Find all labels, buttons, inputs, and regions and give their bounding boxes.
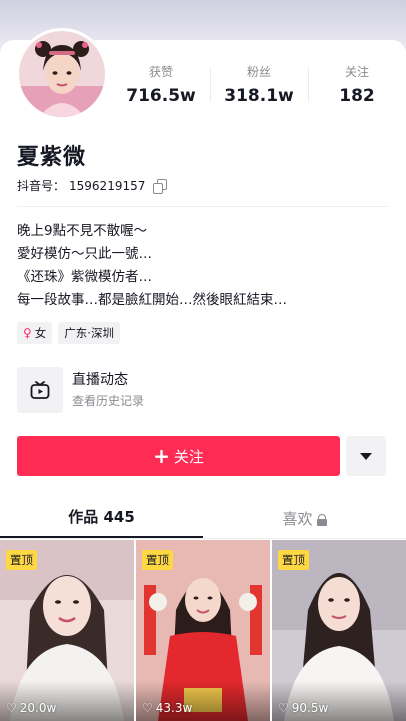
avatar-image: [19, 31, 105, 117]
video-likes: ♡ 43.3w: [142, 701, 192, 715]
female-icon: ♀: [23, 326, 32, 340]
profile-tags: ♀ 女 广东·深圳: [17, 322, 120, 344]
pinned-badge: 置顶: [278, 550, 309, 570]
stat-likes[interactable]: 获赞 716.5w: [112, 64, 210, 108]
plus-icon: +: [153, 444, 170, 468]
triangle-down-icon: [360, 452, 372, 460]
bio-line: 愛好模仿～只此一號…: [17, 246, 152, 262]
bio-line: 每一段故事…都是臉紅開始…然後眼紅結束…: [17, 292, 287, 308]
video-likes: ♡ 90.5w: [278, 701, 328, 715]
live-tv-icon: [17, 367, 63, 413]
location-label: 广东·深圳: [64, 326, 114, 340]
follow-label: 关注: [173, 447, 204, 466]
live-title: 直播动态: [72, 372, 128, 388]
stat-value: 318.1w: [224, 86, 294, 106]
stat-fans[interactable]: 粉丝 318.1w: [210, 64, 308, 108]
follow-button[interactable]: + 关注: [17, 436, 340, 476]
tab-likes-label: 喜欢: [282, 510, 313, 528]
location-tag: 广东·深圳: [58, 322, 120, 344]
tabs-divider: [0, 538, 406, 539]
stat-label: 关注: [344, 65, 369, 79]
live-text: 直播动态 查看历史记录: [72, 370, 144, 410]
tab-likes[interactable]: 喜欢: [203, 500, 406, 538]
profile-name: 夏紫微: [17, 145, 87, 170]
tab-works[interactable]: 作品 445: [0, 500, 203, 538]
avatar[interactable]: [16, 28, 108, 120]
profile-id: 抖音号： 1596219157: [17, 177, 168, 194]
heart-icon: ♡: [278, 701, 289, 715]
video-likes-count: 90.5w: [291, 701, 329, 715]
profile-bio: 晚上9點不見不散喔～ 愛好模仿～只此一號… 《还珠》紫微模仿者… 每一段故事…都…: [17, 220, 287, 312]
lock-icon: [316, 514, 327, 526]
bio-line: 晚上9點不見不散喔～: [17, 223, 148, 239]
video-grid: 置顶 ♡ 20.0w 置顶 ♡ 43.3w 置顶 ♡ 90.5w: [0, 540, 406, 721]
id-label: 抖音号：: [17, 179, 66, 193]
video-thumbnail[interactable]: 置顶 ♡ 43.3w: [136, 540, 270, 721]
stat-value: 716.5w: [126, 86, 196, 106]
stat-label: 获赞: [148, 65, 173, 79]
video-likes-count: 20.0w: [19, 701, 57, 715]
stat-value: 182: [339, 86, 375, 106]
live-subtitle: 查看历史记录: [72, 394, 145, 408]
content-tabs: 作品 445 喜欢: [0, 500, 406, 538]
bio-line: 《还珠》紫微模仿者…: [17, 269, 152, 285]
pinned-badge: 置顶: [142, 550, 173, 570]
divider: [17, 206, 389, 207]
more-dropdown-button[interactable]: [346, 436, 386, 476]
stat-label: 粉丝: [246, 65, 271, 79]
id-value: 1596219157: [69, 178, 146, 193]
stat-following[interactable]: 关注 182: [308, 64, 406, 108]
profile-stats: 获赞 716.5w 粉丝 318.1w 关注 182: [112, 64, 406, 108]
live-history-entry[interactable]: 直播动态 查看历史记录: [17, 367, 389, 413]
pinned-badge: 置顶: [6, 550, 37, 570]
video-thumbnail[interactable]: 置顶 ♡ 20.0w: [0, 540, 134, 721]
video-thumbnail[interactable]: 置顶 ♡ 90.5w: [272, 540, 406, 721]
heart-icon: ♡: [142, 701, 153, 715]
copy-icon[interactable]: [153, 178, 168, 194]
gender-tag: ♀ 女: [17, 322, 53, 344]
gender-label: 女: [34, 326, 47, 340]
heart-icon: ♡: [6, 701, 17, 715]
video-likes-count: 43.3w: [155, 701, 193, 715]
video-likes: ♡ 20.0w: [6, 701, 56, 715]
